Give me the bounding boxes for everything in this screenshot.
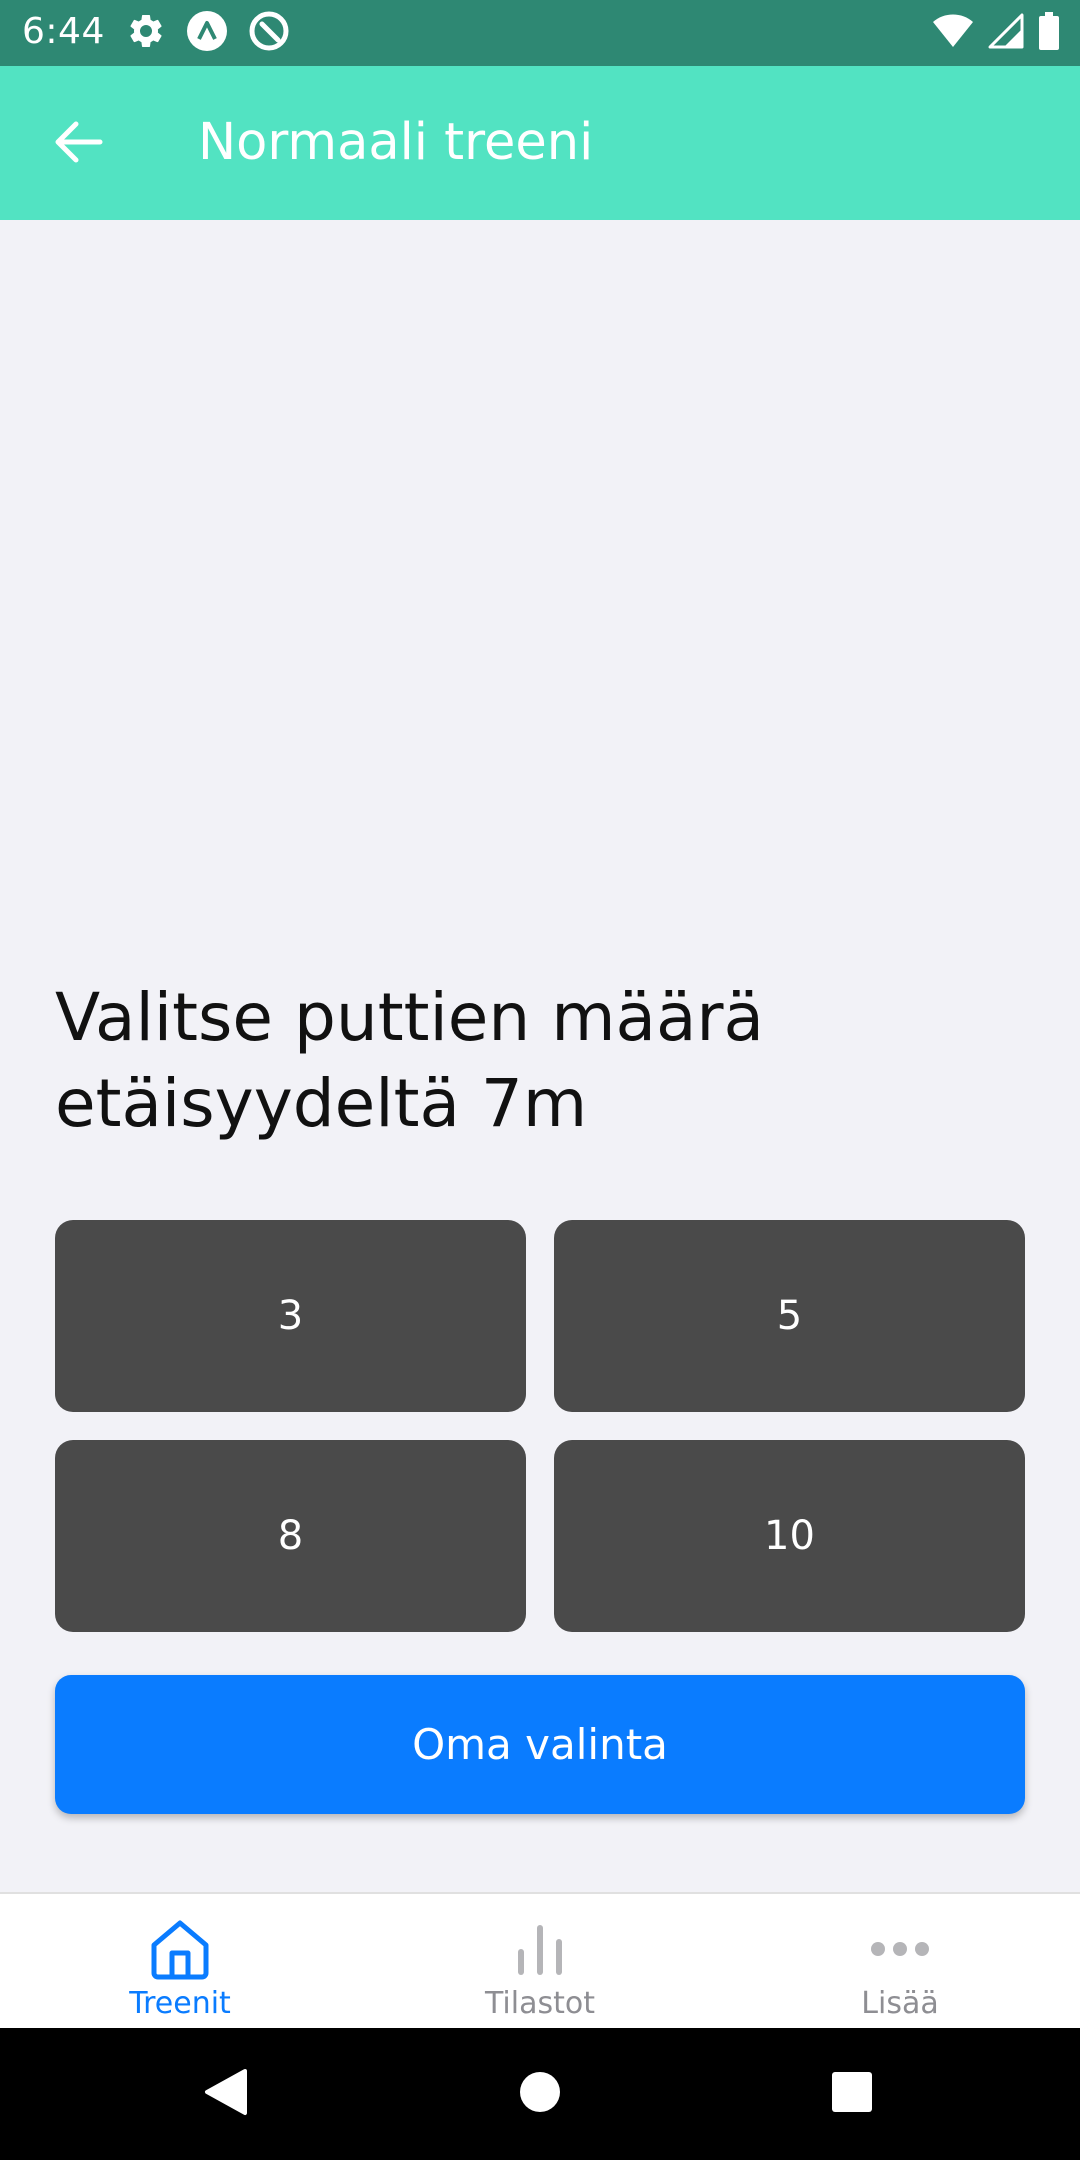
nav-recents-button[interactable] [812,2054,892,2134]
nav-home-button[interactable] [500,2054,580,2134]
choice-button-5[interactable]: 5 [554,1220,1025,1412]
signal-icon [988,13,1024,53]
gear-icon [126,11,166,55]
home-circle-icon [518,2070,562,2118]
app-screen: 6:44 Normaali treeni Valitse puttien mää… [0,0,1080,2160]
tab-label-treenit: Treenit [129,1986,231,2021]
tab-tilastot[interactable]: Tilastot [360,1894,720,2030]
choice-button-10[interactable]: 10 [554,1440,1025,1632]
more-dots-icon [720,1914,1080,1984]
status-bar: 6:44 [0,0,1080,66]
tab-lisaa[interactable]: Lisää [720,1894,1080,2030]
app-q-icon [248,10,290,56]
app-a-icon [186,10,228,56]
tab-label-lisaa: Lisää [861,1986,939,2021]
status-icons-right [932,12,1060,54]
wifi-icon [932,13,974,53]
tab-treenit[interactable]: Treenit [0,1894,360,2030]
app-bar: Normaali treeni [0,66,1080,220]
arrow-left-icon [52,120,104,168]
custom-choice-button[interactable]: Oma valinta [55,1675,1025,1814]
battery-icon [1038,12,1060,54]
recents-square-icon [831,2071,873,2117]
page-title: Normaali treeni [198,113,594,172]
choice-button-8[interactable]: 8 [55,1440,526,1632]
home-icon [0,1914,360,1984]
choice-button-3[interactable]: 3 [55,1220,526,1412]
tab-label-tilastot: Tilastot [485,1986,595,2021]
system-nav-bar [0,2028,1080,2160]
bar-chart-icon [360,1914,720,1984]
putt-count-prompt: Valitse puttien määrä etäisyydeltä 7m [55,979,764,1142]
bottom-tab-bar: Treenit Tilastot Lisää [0,1892,1080,2030]
status-time: 6:44 [22,11,105,52]
back-button[interactable] [36,109,120,179]
status-icons-left [126,10,290,56]
back-triangle-icon [203,2067,249,2121]
nav-back-button[interactable] [186,2054,266,2134]
